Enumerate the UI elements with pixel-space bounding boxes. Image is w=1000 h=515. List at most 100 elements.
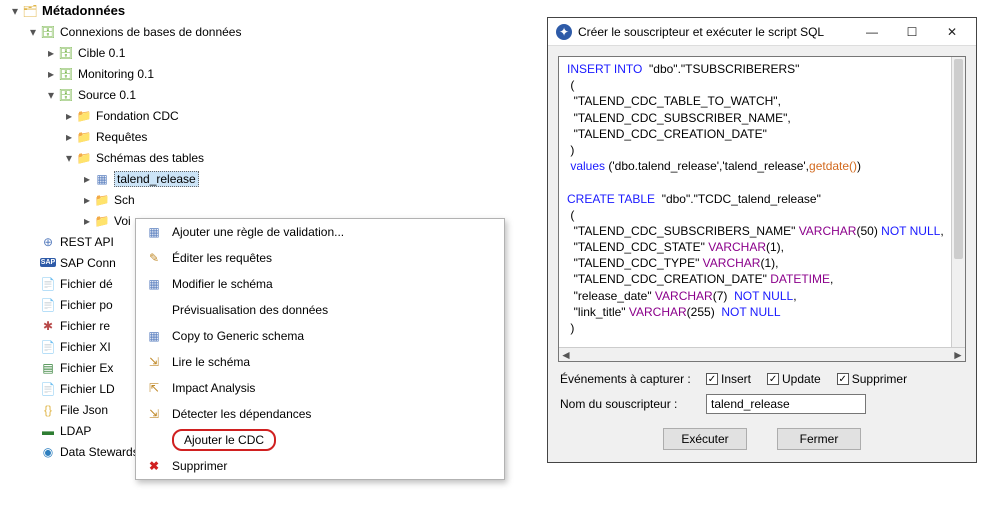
ldap-icon: ▬ — [40, 423, 56, 439]
folder-icon: 📁 — [94, 213, 110, 229]
tree-sch[interactable]: ▸📁 Sch — [8, 189, 518, 210]
tree-label: Connexions de bases de données — [60, 25, 241, 39]
sql-text[interactable]: INSERT INTO "dbo"."TSUBSCRIBERERS" ( "TA… — [559, 57, 965, 347]
menu-add-cdc[interactable]: Ajouter le CDC — [136, 427, 504, 453]
file-icon: 📄 — [40, 381, 56, 397]
menu-label: Prévisualisation des données — [172, 303, 328, 317]
scroll-left-icon[interactable]: ◄ — [559, 348, 573, 362]
menu-copy-generic[interactable]: ▦ Copy to Generic schema — [136, 323, 504, 349]
refresh-icon: ⇲ — [142, 355, 166, 369]
tree-label: REST API — [60, 235, 114, 249]
subscriber-label: Nom du souscripteur : — [560, 397, 700, 411]
tree-label: Monitoring 0.1 — [78, 67, 154, 81]
checkbox-label: Update — [782, 372, 821, 386]
folder-icon: 🗂 — [22, 3, 38, 19]
app-icon: ✦ — [556, 24, 572, 40]
tree-label-selected: talend_release — [114, 171, 199, 187]
tree-cible[interactable]: ▸🗄 Cible 0.1 — [8, 42, 518, 63]
menu-edit-schema[interactable]: ▦ Modifier le schéma — [136, 271, 504, 297]
checkbox-label: Insert — [721, 372, 751, 386]
minimize-button[interactable]: — — [852, 19, 892, 45]
checkbox-delete[interactable]: ✓ Supprimer — [837, 372, 907, 386]
horizontal-scrollbar[interactable]: ◄ ► — [559, 347, 965, 361]
menu-edit-queries[interactable]: ✎ Éditer les requêtes — [136, 245, 504, 271]
file-icon: 📄 — [40, 297, 56, 313]
dialog-titlebar[interactable]: ✦ Créer le souscripteur et exécuter le s… — [548, 18, 976, 46]
menu-label: Copy to Generic schema — [172, 329, 304, 343]
tree-label: Fondation CDC — [96, 109, 179, 123]
checkbox-label: Supprimer — [852, 372, 907, 386]
tree-label: Fichier re — [60, 319, 110, 333]
checkbox-insert[interactable]: ✓ Insert — [706, 372, 751, 386]
tree-root[interactable]: ▾🗂 Métadonnées — [8, 0, 518, 21]
menu-label: Supprimer — [172, 459, 227, 473]
tree-fondation[interactable]: ▸📁 Fondation CDC — [8, 105, 518, 126]
menu-read-schema[interactable]: ⇲ Lire le schéma — [136, 349, 504, 375]
tree-monitoring[interactable]: ▸🗄 Monitoring 0.1 — [8, 63, 518, 84]
tree-schemas[interactable]: ▾📁 Schémas des tables — [8, 147, 518, 168]
tree-source[interactable]: ▾🗄 Source 0.1 — [8, 84, 518, 105]
close-button[interactable]: ✕ — [932, 19, 972, 45]
folder-icon: 📁 — [76, 108, 92, 124]
cdc-dialog: ✦ Créer le souscripteur et exécuter le s… — [547, 17, 977, 463]
sql-editor[interactable]: INSERT INTO "dbo"."TSUBSCRIBERERS" ( "TA… — [558, 56, 966, 362]
menu-label: Impact Analysis — [172, 381, 255, 395]
execute-button[interactable]: Exécuter — [663, 428, 747, 450]
table-icon: ▦ — [142, 329, 166, 343]
menu-label: Ajouter le CDC — [172, 429, 276, 451]
db-icon: 🗄 — [58, 45, 74, 61]
maximize-button[interactable]: ☐ — [892, 19, 932, 45]
menu-label: Détecter les dépendances — [172, 407, 311, 421]
menu-impact[interactable]: ⇱ Impact Analysis — [136, 375, 504, 401]
delete-icon: ✖ — [142, 459, 166, 473]
menu-delete[interactable]: ✖ Supprimer — [136, 453, 504, 479]
tree-requetes[interactable]: ▸📁 Requêtes — [8, 126, 518, 147]
close-dialog-button[interactable]: Fermer — [777, 428, 861, 450]
pencil-icon: ✎ — [142, 251, 166, 265]
tree-label: Source 0.1 — [78, 88, 136, 102]
table-icon: ▦ — [94, 171, 110, 187]
tree-label: Métadonnées — [42, 3, 125, 18]
folder-icon: 📁 — [76, 129, 92, 145]
tree-label: LDAP — [60, 424, 91, 438]
dialog-title: Créer le souscripteur et exécuter le scr… — [578, 25, 852, 39]
checkbox-update[interactable]: ✓ Update — [767, 372, 821, 386]
table-icon: ▦ — [142, 225, 166, 239]
tree-label: Schémas des tables — [96, 151, 204, 165]
tree-label: Fichier Ex — [60, 361, 113, 375]
globe-icon: ⊕ — [40, 234, 56, 250]
tree-label: Fichier dé — [60, 277, 113, 291]
tree-label: SAP Conn — [60, 256, 116, 270]
dialog-buttons: Exécuter Fermer — [548, 418, 976, 462]
menu-add-rule[interactable]: ▦ Ajouter une règle de validation... — [136, 219, 504, 245]
subscriber-input[interactable] — [706, 394, 866, 414]
tree-label: Voi — [114, 214, 131, 228]
tree-talend-release[interactable]: ▸▦ talend_release — [8, 168, 518, 189]
vertical-scrollbar[interactable] — [951, 57, 965, 347]
tree-label: Cible 0.1 — [78, 46, 125, 60]
check-icon: ✓ — [837, 373, 849, 385]
scroll-right-icon[interactable]: ► — [951, 348, 965, 362]
check-icon: ✓ — [706, 373, 718, 385]
folder-icon: 📁 — [76, 150, 92, 166]
tree-label: File Json — [60, 403, 108, 417]
tree-label: Fichier po — [60, 298, 113, 312]
file-icon: 📄 — [40, 339, 56, 355]
tree-label: Fichier XI — [60, 340, 111, 354]
menu-preview[interactable]: Prévisualisation des données — [136, 297, 504, 323]
sap-icon: SAP — [40, 255, 56, 271]
events-label: Événements à capturer : — [560, 372, 700, 386]
deps-icon: ⇲ — [142, 407, 166, 421]
json-icon: {} — [40, 402, 56, 418]
file-icon: 📄 — [40, 276, 56, 292]
subscriber-row: Nom du souscripteur : — [548, 390, 976, 418]
events-row: Événements à capturer : ✓ Insert ✓ Updat… — [548, 368, 976, 390]
menu-deps[interactable]: ⇲ Détecter les dépendances — [136, 401, 504, 427]
context-menu: ▦ Ajouter une règle de validation... ✎ É… — [135, 218, 505, 480]
menu-label: Modifier le schéma — [172, 277, 273, 291]
excel-icon: ▤ — [40, 360, 56, 376]
table-icon: ▦ — [142, 277, 166, 291]
tree-connections[interactable]: ▾🗄 Connexions de bases de données — [8, 21, 518, 42]
check-icon: ✓ — [767, 373, 779, 385]
menu-label: Éditer les requêtes — [172, 251, 272, 265]
